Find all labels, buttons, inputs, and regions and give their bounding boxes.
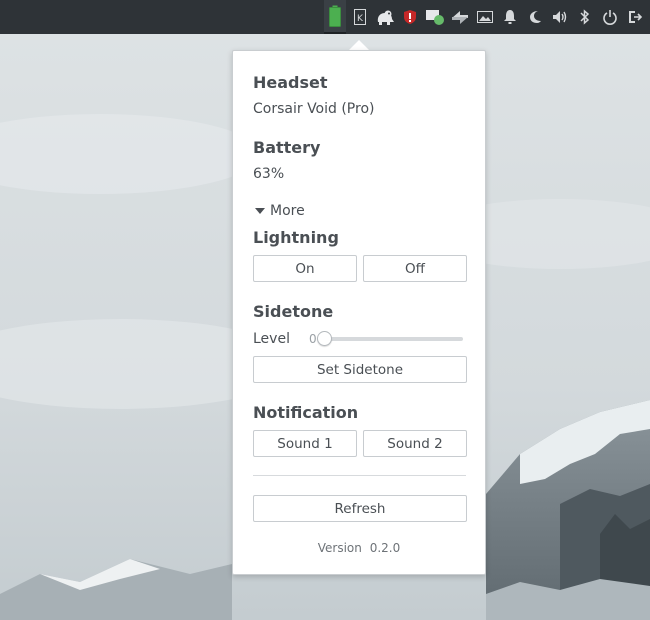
version-number: 0.2.0 — [369, 541, 401, 555]
set-sidetone-button[interactable]: Set Sidetone — [253, 356, 467, 383]
volume-icon[interactable] — [549, 0, 571, 34]
bluetooth-icon[interactable] — [574, 0, 596, 34]
more-label: More — [270, 203, 305, 219]
sound1-button[interactable]: Sound 1 — [253, 430, 357, 457]
sidetone-level-value: 0 — [309, 332, 317, 346]
logout-icon[interactable] — [624, 0, 646, 34]
screenshot-icon[interactable] — [474, 0, 496, 34]
lightning-on-button[interactable]: On — [253, 255, 357, 282]
notification-title: Notification — [253, 403, 359, 422]
lightning-title: Lightning — [253, 228, 339, 247]
battery-title: Battery — [253, 138, 321, 157]
battery-value: 63% — [253, 166, 285, 182]
headset-title: Headset — [253, 73, 328, 92]
power-icon[interactable] — [599, 0, 621, 34]
sidetone-title: Sidetone — [253, 302, 334, 321]
pidgin-icon[interactable] — [374, 0, 396, 34]
refresh-button[interactable]: Refresh — [253, 495, 467, 522]
security-shield-icon[interactable] — [399, 0, 421, 34]
chat-status-icon[interactable] — [424, 0, 446, 34]
version-info: Version 0.2.0 — [233, 541, 485, 555]
network-transfer-icon[interactable] — [449, 0, 471, 34]
notifications-bell-icon[interactable] — [499, 0, 521, 34]
version-label: Version — [317, 541, 362, 555]
headset-popup: Headset Corsair Void (Pro) Battery 63% M… — [232, 50, 486, 575]
lightning-off-button[interactable]: Off — [363, 255, 467, 282]
keyboard-layout-icon[interactable]: K — [349, 0, 371, 34]
sidetone-level-label: Level — [253, 331, 290, 347]
more-expander[interactable]: More — [255, 203, 305, 219]
caret-down-icon — [255, 208, 265, 214]
sidetone-slider-track[interactable] — [317, 337, 463, 341]
divider — [253, 475, 466, 476]
night-mode-icon[interactable] — [524, 0, 546, 34]
system-tray: K — [321, 0, 646, 34]
sidetone-slider-knob[interactable] — [317, 331, 332, 346]
headset-name: Corsair Void (Pro) — [253, 101, 375, 117]
battery-icon[interactable] — [324, 0, 346, 34]
top-panel: K — [0, 0, 650, 34]
sound2-button[interactable]: Sound 2 — [363, 430, 467, 457]
